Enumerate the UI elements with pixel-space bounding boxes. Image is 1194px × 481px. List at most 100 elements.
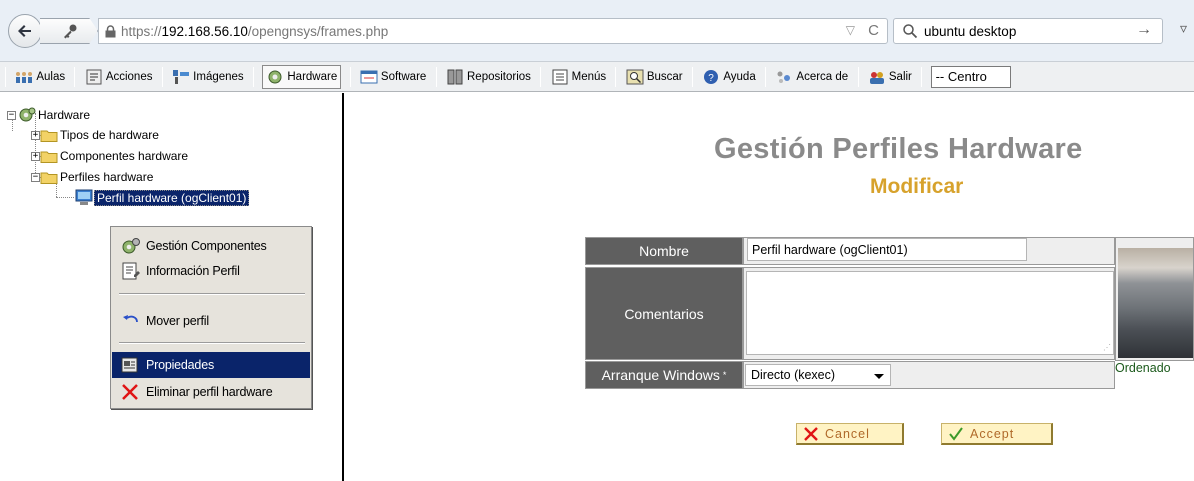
menu-separator [615, 67, 617, 87]
back-button[interactable] [8, 14, 42, 48]
key-icon [64, 24, 77, 39]
menu-repositorios[interactable]: Repositorios [445, 62, 532, 91]
tree-root-hardware[interactable]: − Hardware [7, 107, 90, 123]
dropdown-arrow-icon [874, 374, 884, 379]
repositories-icon [447, 69, 463, 85]
tree-connector [56, 197, 74, 198]
url-path: /opengnsys/frames.php [247, 24, 389, 39]
boot-select[interactable]: Directo (kexec) [745, 364, 891, 386]
tree-node-label: Tipos de hardware [60, 128, 159, 142]
browser-navbar: https://192.168.56.10/opengnsys/frames.p… [0, 0, 1194, 62]
tree-node-componentes[interactable]: + Componentes hardware [31, 149, 188, 163]
collapse-icon[interactable]: − [7, 110, 16, 120]
menu-separator [253, 67, 255, 87]
page-subtitle: Modificar [870, 175, 964, 198]
computer-lab-photo [1118, 248, 1193, 358]
url-prefix: https:// [121, 24, 162, 39]
tree-connector [56, 183, 57, 197]
menu-separator [765, 67, 767, 87]
menu-buscar-label: Buscar [646, 71, 683, 83]
tree-leaf-perfil[interactable]: Perfil hardware (ogClient01) [74, 189, 250, 206]
menu-separator [857, 67, 859, 87]
folder-icon [40, 151, 58, 163]
menus-icon [552, 69, 568, 85]
components-icon [122, 238, 140, 254]
collapse-icon[interactable]: − [31, 172, 40, 182]
search-go-icon[interactable]: → [1136, 21, 1152, 39]
toolbar-overflow-icon[interactable]: ▿ [1180, 20, 1187, 37]
delete-x-icon [122, 384, 138, 400]
cancel-button[interactable]: Cancel [796, 423, 904, 445]
menu-separator [921, 67, 923, 87]
menu-aulas[interactable]: Aulas [14, 62, 66, 91]
tree-root-label: Hardware [38, 108, 91, 122]
url-dropdown-icon[interactable]: ▽ [846, 23, 855, 37]
expand-icon[interactable]: + [31, 130, 40, 140]
ctx-separator [119, 293, 305, 295]
computer-icon [75, 189, 93, 205]
tree-node-tipos[interactable]: + Tipos de hardware [31, 128, 159, 142]
app-menubar: Aulas Acciones Imágenes Hardware Softwar… [0, 62, 1194, 92]
actions-icon [86, 69, 102, 85]
menu-separator [691, 67, 693, 87]
ctx-item-label: Mover perfil [146, 314, 209, 328]
menu-separator [74, 67, 76, 87]
software-icon [360, 70, 378, 84]
menu-salir[interactable]: Salir [867, 62, 913, 91]
menu-repositorios-label: Repositorios [467, 71, 531, 83]
ctx-item-label: Eliminar perfil hardware [146, 385, 273, 399]
comments-textarea[interactable]: ⋰ [746, 271, 1114, 355]
menu-aulas-label: Aulas [36, 71, 66, 83]
menu-separator [161, 67, 163, 87]
lock-icon [105, 25, 116, 38]
ctx-separator [119, 342, 305, 344]
url-text: https://192.168.56.10/opengnsys/frames.p… [121, 24, 388, 39]
magnifier-icon [903, 24, 918, 39]
ctx-eliminar-perfil[interactable]: Eliminar perfil hardware [112, 379, 310, 405]
menu-hardware[interactable]: Hardware [262, 65, 342, 89]
profile-image-cell [1115, 237, 1194, 361]
menu-ayuda[interactable]: ? Ayuda [701, 62, 756, 91]
search-input[interactable]: ubuntu desktop [924, 24, 1016, 39]
menu-menus-label: Menús [571, 71, 607, 83]
ctx-mover-perfil[interactable]: Mover perfil [112, 308, 310, 334]
menu-acerca[interactable]: Acerca de [774, 62, 849, 91]
menu-software[interactable]: Software [359, 62, 427, 91]
menu-hardware-label: Hardware [287, 71, 338, 83]
expand-icon[interactable]: + [31, 151, 40, 161]
site-identity-button[interactable] [40, 18, 98, 44]
menu-menus[interactable]: Menús [550, 62, 608, 91]
classroom-icon [16, 72, 33, 83]
menu-acciones-label: Acciones [105, 71, 153, 83]
url-bar[interactable]: https://192.168.56.10/opengnsys/frames.p… [98, 18, 888, 44]
centro-select[interactable]: -- Centro [930, 66, 1011, 88]
search-bar[interactable]: ubuntu desktop → [893, 18, 1163, 44]
folder-icon [40, 130, 58, 142]
menu-ayuda-label: Ayuda [723, 71, 756, 83]
menu-buscar[interactable]: Buscar [625, 62, 684, 91]
ctx-gestion-componentes[interactable]: Gestión Componentes [112, 233, 310, 259]
menu-separator [5, 67, 6, 87]
ctx-informacion-perfil[interactable]: Información Perfil [112, 258, 310, 284]
resize-grip-icon[interactable]: ⋰ [1103, 344, 1111, 352]
tree-node-perfiles[interactable]: − Perfiles hardware [31, 170, 153, 184]
accept-button[interactable]: Accept [941, 423, 1053, 445]
reload-icon[interactable]: C [868, 22, 879, 39]
menu-salir-label: Salir [888, 71, 912, 83]
hardware-icon [268, 70, 282, 84]
ctx-propiedades[interactable]: Propiedades [112, 352, 310, 378]
menu-separator [540, 67, 542, 87]
menu-acerca-label: Acerca de [796, 71, 849, 83]
cancel-label: Cancel [825, 426, 870, 441]
comments-label: Comentarios [585, 267, 743, 360]
svg-text:?: ? [709, 73, 715, 84]
properties-icon [121, 357, 138, 373]
url-host: 192.168.56.10 [161, 24, 248, 39]
name-field[interactable] [747, 238, 1027, 261]
menu-imagenes[interactable]: Imágenes [171, 62, 245, 91]
boot-label-text: Arranque Windows [601, 367, 720, 383]
ctx-item-label: Información Perfil [146, 264, 240, 278]
menu-acciones[interactable]: Acciones [84, 62, 154, 91]
hardware-icon [19, 107, 36, 122]
menu-separator [435, 67, 437, 87]
